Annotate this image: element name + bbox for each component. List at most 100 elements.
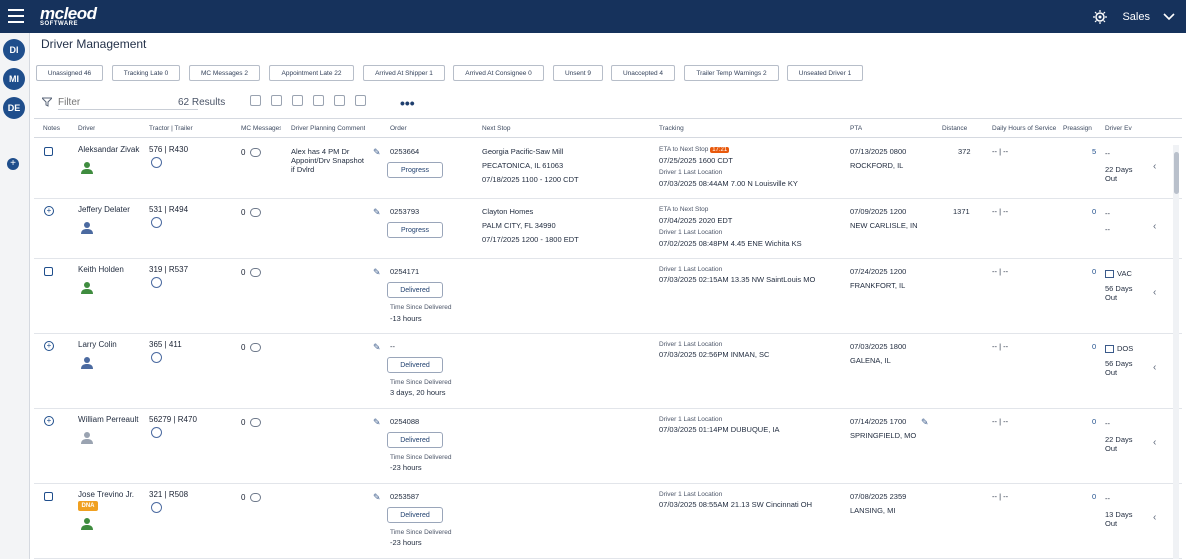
- tractor-trailer[interactable]: 56279 | R470: [149, 415, 197, 424]
- chat-icon[interactable]: [250, 208, 261, 217]
- chat-icon[interactable]: [250, 493, 261, 502]
- chevron-down-icon[interactable]: [1162, 10, 1176, 24]
- driver-name[interactable]: Keith Holden: [78, 265, 124, 274]
- chip-arrived-consignee[interactable]: Arrived At Consignee 0: [453, 65, 544, 81]
- add-note-icon[interactable]: +: [44, 341, 54, 351]
- table-row[interactable]: Keith Holden 319 | R537 0 ✎ 0254171 Deli…: [34, 259, 1182, 334]
- preassign-count[interactable]: 0: [1092, 267, 1096, 276]
- driver-name[interactable]: Jeffery Delater: [78, 205, 130, 214]
- driver-name[interactable]: William Perreault: [78, 415, 138, 424]
- preassign-count[interactable]: 5: [1092, 147, 1096, 156]
- table-row[interactable]: + Jeffery Delater 531 | R494 0 ✎ 0253793…: [34, 199, 1182, 259]
- edit-icon[interactable]: ✎: [373, 207, 382, 217]
- chevron-left-icon[interactable]: ‹: [1153, 161, 1156, 172]
- edit-icon[interactable]: ✎: [373, 342, 382, 352]
- chat-icon[interactable]: [250, 343, 261, 352]
- chip-mc-messages[interactable]: MC Messages 2: [189, 65, 260, 81]
- chat-icon[interactable]: [250, 418, 261, 427]
- col-planning-comment[interactable]: Driver Planning Comment: [291, 125, 365, 132]
- chip-arrived-shipper[interactable]: Arrived At Shipper 1: [363, 65, 445, 81]
- menu-icon[interactable]: [8, 9, 24, 23]
- tractor-trailer[interactable]: 365 | 411: [149, 340, 182, 349]
- table-row[interactable]: Jose Trevino Jr. DNA 321 | R508 0 ✎ 0253…: [34, 484, 1182, 559]
- col-preassign[interactable]: Preassign: [1063, 125, 1097, 132]
- tractor-trailer[interactable]: 319 | R537: [149, 265, 188, 274]
- order-number[interactable]: 0253793: [390, 207, 419, 216]
- filter-input[interactable]: [58, 96, 198, 110]
- add-icon[interactable]: +: [7, 158, 19, 170]
- order-number[interactable]: 0253664: [390, 147, 419, 156]
- note-icon[interactable]: [44, 147, 53, 156]
- col-mc-messages[interactable]: MC Messages: [241, 125, 281, 132]
- delivered-button[interactable]: Delivered: [387, 357, 443, 373]
- preassign-count[interactable]: 0: [1092, 207, 1096, 216]
- driver-name[interactable]: Aleksandar Zivak: [78, 145, 139, 154]
- user-menu-label[interactable]: Sales: [1122, 11, 1150, 23]
- edit-icon[interactable]: ✎: [373, 147, 382, 157]
- chat-icon[interactable]: [250, 268, 261, 277]
- edit-icon[interactable]: ✎: [373, 267, 382, 277]
- delivered-button[interactable]: Delivered: [387, 432, 443, 448]
- progress-button[interactable]: Progress: [387, 222, 443, 238]
- filter-add-icon[interactable]: [292, 95, 303, 106]
- edit-icon[interactable]: ✎: [373, 417, 382, 427]
- chip-appointment-late[interactable]: Appointment Late 22: [269, 65, 354, 81]
- col-driver[interactable]: Driver: [78, 125, 95, 132]
- chat-icon[interactable]: [250, 148, 261, 157]
- gear-icon[interactable]: [1092, 9, 1108, 25]
- sort-icon[interactable]: [334, 95, 345, 106]
- delivered-button[interactable]: Delivered: [387, 507, 443, 523]
- chevron-left-icon[interactable]: ‹: [1153, 221, 1156, 232]
- edit-icon[interactable]: ✎: [373, 492, 382, 502]
- more-options-icon[interactable]: •••: [400, 95, 415, 111]
- order-number[interactable]: 0254171: [390, 267, 419, 276]
- progress-button[interactable]: Progress: [387, 162, 443, 178]
- preassign-count[interactable]: 0: [1092, 492, 1096, 501]
- col-pta[interactable]: PTA: [850, 125, 862, 132]
- chip-unsent[interactable]: Unsent 9: [553, 65, 603, 81]
- chevron-left-icon[interactable]: ‹: [1153, 437, 1156, 448]
- clear-filter-icon[interactable]: [355, 95, 366, 106]
- col-notes[interactable]: Notes: [43, 125, 60, 132]
- preassign-count[interactable]: 0: [1092, 417, 1096, 426]
- table-row[interactable]: + William Perreault 56279 | R470 0 ✎ 025…: [34, 409, 1182, 484]
- add-note-icon[interactable]: +: [44, 416, 54, 426]
- col-next-stop[interactable]: Next Stop: [482, 125, 511, 132]
- filter-list-icon[interactable]: [271, 95, 282, 106]
- rail-button-mi[interactable]: MI: [3, 68, 25, 90]
- chevron-left-icon[interactable]: ‹: [1153, 512, 1156, 523]
- chip-tracking-late[interactable]: Tracking Late 0: [112, 65, 180, 81]
- location-icon[interactable]: [313, 95, 324, 106]
- scrollbar-thumb[interactable]: [1174, 152, 1179, 194]
- driver-name[interactable]: Larry Colin: [78, 340, 117, 349]
- note-icon[interactable]: [44, 267, 53, 276]
- col-order[interactable]: Order: [390, 125, 407, 132]
- tractor-trailer[interactable]: 576 | R430: [149, 145, 188, 154]
- order-number[interactable]: --: [390, 342, 395, 351]
- driver-name[interactable]: Jose Trevino Jr.: [78, 490, 134, 499]
- order-number[interactable]: 0253587: [390, 492, 419, 501]
- chip-trailer-temp[interactable]: Trailer Temp Warnings 2: [684, 65, 779, 81]
- col-tractor-trailer[interactable]: Tractor | Trailer: [149, 125, 193, 132]
- chip-unaccepted[interactable]: Unaccepted 4: [611, 65, 675, 81]
- chevron-left-icon[interactable]: ‹: [1153, 362, 1156, 373]
- chip-unseated-driver[interactable]: Unseated Driver 1: [787, 65, 863, 81]
- table-row[interactable]: Aleksandar Zivak 576 | R430 0 Alex has 4…: [34, 139, 1182, 199]
- rail-button-de[interactable]: DE: [3, 97, 25, 119]
- rail-button-di[interactable]: DI: [3, 39, 25, 61]
- col-driver-event[interactable]: Driver Ev: [1105, 125, 1145, 132]
- edit-pta-icon[interactable]: ✎: [921, 417, 930, 427]
- note-icon[interactable]: [44, 492, 53, 501]
- delivered-button[interactable]: Delivered: [387, 282, 443, 298]
- tractor-trailer[interactable]: 321 | R508: [149, 490, 188, 499]
- col-tracking[interactable]: Tracking: [659, 125, 684, 132]
- view-icon[interactable]: [250, 95, 261, 106]
- order-number[interactable]: 0254088: [390, 417, 419, 426]
- table-row[interactable]: + Larry Colin 365 | 411 0 ✎ -- Delivered…: [34, 334, 1182, 409]
- chevron-left-icon[interactable]: ‹: [1153, 287, 1156, 298]
- col-hos[interactable]: Daily Hours of Service: [992, 125, 1056, 132]
- tractor-trailer[interactable]: 531 | R494: [149, 205, 188, 214]
- chip-unassigned[interactable]: Unassigned 46: [36, 65, 103, 81]
- add-note-icon[interactable]: +: [44, 206, 54, 216]
- preassign-count[interactable]: 0: [1092, 342, 1096, 351]
